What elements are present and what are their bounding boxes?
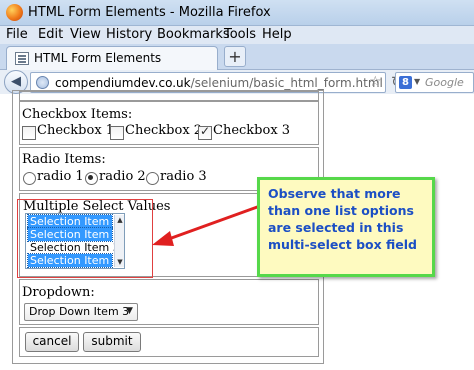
window-titlebar: HTML Form Elements - Mozilla Firefox (0, 0, 474, 26)
radio-1[interactable] (23, 172, 36, 185)
checkbox-row: Checkbox Items: Checkbox 1 Checkbox 2 Ch… (19, 101, 319, 145)
annotation-callout: Observe that more than one list options … (257, 177, 435, 277)
menu-tools[interactable]: Tools (224, 27, 256, 42)
dropdown-select[interactable]: Drop Down Item 3 ▼ (24, 303, 138, 321)
checkbox-2-label: Checkbox 2 (125, 123, 203, 138)
radio-2-label: radio 2 (99, 169, 146, 184)
submit-button[interactable]: submit (83, 332, 141, 352)
search-engine-dropdown-icon[interactable]: ▼ (414, 77, 420, 86)
menu-bar: File Edit View History Bookmarks Tools H… (0, 26, 474, 44)
tab-html-form-elements[interactable]: HTML Form Elements (6, 46, 218, 70)
new-tab-button[interactable]: + (224, 46, 246, 67)
menu-view[interactable]: View (70, 27, 101, 42)
bookmark-star-icon[interactable]: ☆ (369, 74, 382, 90)
radio-3-label: radio 3 (160, 169, 207, 184)
search-placeholder: Google (425, 76, 464, 89)
checkbox-3-label: Checkbox 3 (213, 123, 291, 138)
radio-2[interactable] (85, 172, 98, 185)
firefox-logo-icon (6, 4, 23, 21)
cancel-button[interactable]: cancel (25, 332, 79, 352)
checkbox-heading: Checkbox Items: (22, 107, 133, 122)
highlight-frame (17, 199, 153, 278)
dropdown-value: Drop Down Item 3 (29, 305, 130, 318)
tab-label: HTML Form Elements (34, 51, 162, 65)
radio-1-label: radio 1 (37, 169, 84, 184)
menu-help[interactable]: Help (262, 27, 292, 42)
search-bar[interactable]: 8 ▼ Google (395, 72, 474, 93)
google-icon[interactable]: 8 (399, 76, 412, 89)
menu-file[interactable]: File (6, 27, 28, 42)
table-row-top (19, 91, 319, 101)
url-text: compendiumdev.co.uk/selenium/basic_html_… (55, 76, 383, 90)
url-domain: compendiumdev.co.uk (55, 76, 191, 90)
menu-edit[interactable]: Edit (38, 27, 63, 42)
chevron-down-icon: ▼ (126, 306, 133, 316)
radio-heading: Radio Items: (22, 152, 106, 167)
menu-bookmarks[interactable]: Bookmarks (157, 27, 230, 42)
tab-strip: HTML Form Elements + (0, 44, 474, 70)
window-title: HTML Form Elements - Mozilla Firefox (28, 5, 271, 20)
dropdown-row: Dropdown: Drop Down Item 3 ▼ (19, 279, 319, 325)
back-arrow-icon: ◀ (11, 74, 21, 89)
globe-icon (36, 76, 49, 89)
checkbox-1-label: Checkbox 1 (37, 123, 115, 138)
menu-history[interactable]: History (106, 27, 152, 42)
dropdown-heading: Dropdown: (22, 285, 95, 300)
page-icon (15, 52, 29, 65)
checkbox-2[interactable] (110, 126, 124, 140)
callout-text: Observe that more than one list options … (268, 186, 417, 252)
url-path: /selenium/basic_html_form.html (190, 76, 383, 90)
checkbox-3[interactable] (198, 124, 212, 140)
annotation-arrow-icon (152, 204, 261, 246)
radio-3[interactable] (146, 172, 159, 185)
checkbox-1[interactable] (22, 126, 36, 140)
button-row: cancel submit (19, 327, 319, 357)
